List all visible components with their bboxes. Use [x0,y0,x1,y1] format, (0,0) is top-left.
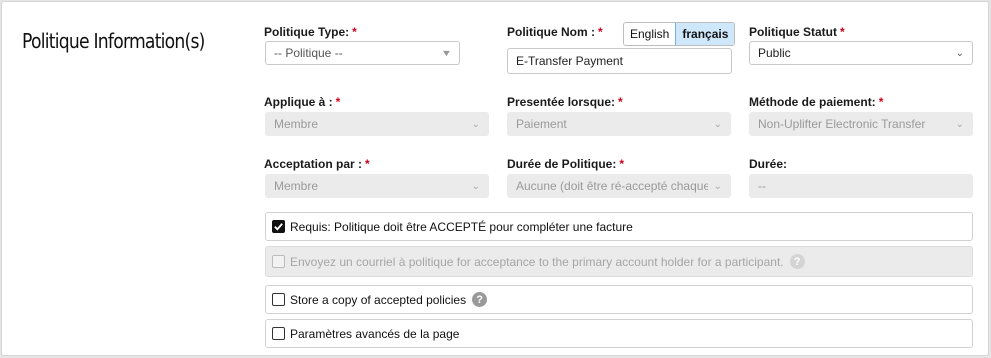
chevron-down-icon: ⌄ [955,118,964,130]
presentee-select[interactable]: Paiement ⌄ [507,112,731,136]
help-icon[interactable]: ? [472,292,488,307]
statut-select[interactable]: Public ⌄ [749,41,973,65]
language-english-button[interactable]: English [624,23,676,45]
store-checkbox-row[interactable]: Store a copy of accepted policies ? [265,285,973,314]
courriel-checkbox-row: Envoyez un courriel à politique for acce… [265,246,973,277]
type-label: Politique Type: * [264,25,357,39]
language-toggle: English français [623,22,736,46]
requis-checkbox-label: Requis: Politique doit être ACCEPTÉ pour… [290,219,633,234]
store-checkbox[interactable] [272,293,285,306]
methode-select-value: Non-Uplifter Electronic Transfer [758,117,926,131]
help-icon[interactable]: ? [789,254,805,269]
duree-politique-label: Durée de Politique: * [507,157,625,171]
requis-checkbox[interactable] [272,220,285,233]
type-select-value: -- Politique -- [274,46,343,60]
acceptation-label: Acceptation par : * [264,157,370,171]
avances-checkbox-label: Paramètres avancés de la page [290,326,460,341]
applique-select[interactable]: Membre ⌄ [265,112,489,136]
acceptation-select-value: Membre [274,179,319,193]
acceptation-select[interactable]: Membre ⌄ [265,174,489,198]
type-select[interactable]: -- Politique -- ▼ [265,41,460,65]
applique-select-value: Membre [274,117,319,131]
duree-label: Durée: [749,157,788,171]
courriel-checkbox [272,255,285,268]
statut-select-value: Public [758,46,791,60]
methode-select[interactable]: Non-Uplifter Electronic Transfer ⌄ [749,112,973,136]
chevron-down-icon: ⌄ [713,180,722,192]
presentee-label: Presentée lorsque: * [507,95,623,109]
presentee-select-value: Paiement [516,117,567,131]
duree-politique-select[interactable]: Aucune (doit être ré-accepté chaque fois… [507,174,731,198]
duree-politique-select-value: Aucune (doit être ré-accepté chaque fois… [516,179,708,193]
language-francais-button[interactable]: français [675,23,735,45]
chevron-down-icon: ⌄ [471,118,480,130]
avances-checkbox-row[interactable]: Paramètres avancés de la page [265,319,973,348]
chevron-down-icon: ▼ [440,48,453,58]
section-title: Politique Information(s) [22,29,205,53]
store-checkbox-label: Store a copy of accepted policies [290,292,467,307]
duree-input-value: -- [758,179,766,193]
requis-checkbox-row[interactable]: Requis: Politique doit être ACCEPTÉ pour… [265,212,973,241]
checkmark-icon [274,223,283,231]
statut-label: Politique Statut * [749,25,845,39]
courriel-checkbox-label: Envoyez un courriel à politique for acce… [290,254,784,269]
chevron-down-icon: ⌄ [471,180,480,192]
policy-info-panel: Politique Information(s) Politique Type:… [1,1,989,356]
chevron-down-icon: ⌄ [713,118,722,130]
chevron-down-icon: ⌄ [955,47,964,59]
nom-label: Politique Nom : * [507,25,603,39]
nom-input[interactable]: E-Transfer Payment [507,48,732,74]
duree-input[interactable]: -- [749,174,973,198]
applique-label: Applique à : * [264,95,341,109]
methode-label: Méthode de paiement: * [749,95,884,109]
avances-checkbox[interactable] [272,327,285,340]
nom-input-value: E-Transfer Payment [516,54,623,68]
